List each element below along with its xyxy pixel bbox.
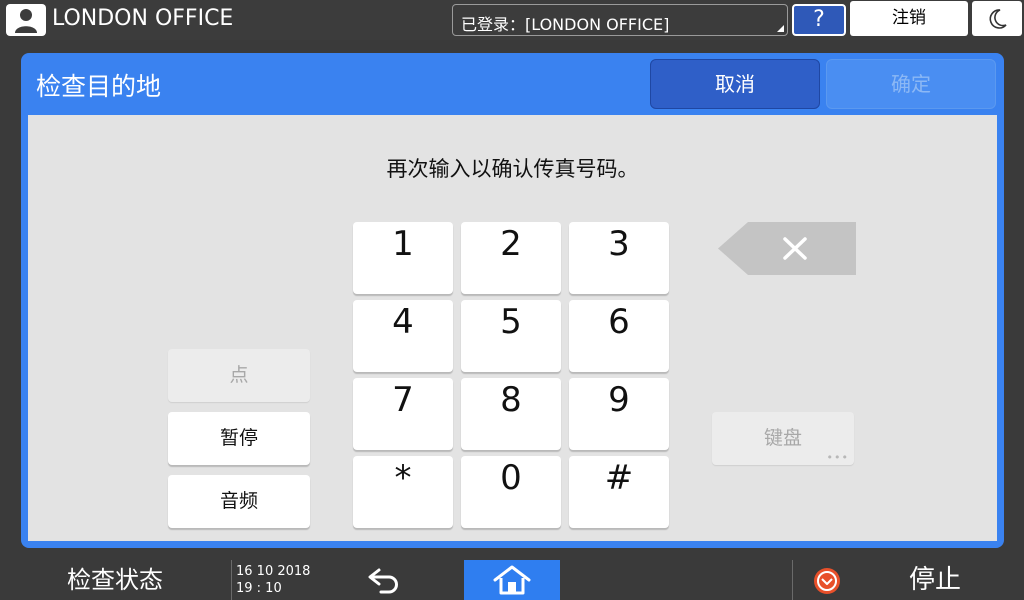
date-time: 16 10 2018 19 : 10 xyxy=(236,563,310,597)
date-text: 16 10 2018 xyxy=(236,564,311,579)
backspace-button[interactable] xyxy=(718,222,856,275)
login-status-box[interactable]: 已登录：[LONDON OFFICE] xyxy=(452,4,788,36)
check-status-button[interactable]: 检查状态 xyxy=(0,560,230,600)
key-6[interactable]: 6 xyxy=(569,300,669,372)
key-2[interactable]: 2 xyxy=(461,222,561,294)
backspace-icon xyxy=(718,222,856,275)
moon-icon xyxy=(989,9,1007,29)
home-icon xyxy=(493,565,531,595)
instruction-message: 再次输入以确认传真号码。 xyxy=(386,157,639,181)
help-button[interactable]: ? xyxy=(792,4,846,36)
tone-button[interactable]: 音频 xyxy=(168,475,310,528)
keyboard-label: 键盘 xyxy=(763,427,802,449)
logout-button[interactable]: 注销 xyxy=(850,1,968,36)
time-text: 19 : 10 xyxy=(236,581,282,596)
energy-saver-button[interactable] xyxy=(972,1,1022,36)
back-button[interactable] xyxy=(340,560,430,600)
dot-button[interactable]: 点 xyxy=(168,349,310,402)
stop-button[interactable]: 停止 xyxy=(880,560,990,600)
check-destination-dialog: 检查目的地 取消 确定 再次输入以确认传真号码。 点 暂停 音频 1 2 3 4… xyxy=(21,53,1004,548)
key-0[interactable]: 0 xyxy=(461,456,561,528)
dialog-body: 再次输入以确认传真号码。 点 暂停 音频 1 2 3 4 5 6 7 8 9 *… xyxy=(28,115,997,541)
login-status-text: 已登录：[LONDON OFFICE] xyxy=(461,15,670,34)
ok-button[interactable]: 确定 xyxy=(826,59,996,109)
key-1[interactable]: 1 xyxy=(353,222,453,294)
key-3[interactable]: 3 xyxy=(569,222,669,294)
key-7[interactable]: 7 xyxy=(353,378,453,450)
key-8[interactable]: 8 xyxy=(461,378,561,450)
divider xyxy=(792,560,793,600)
divider xyxy=(231,560,232,600)
key-5[interactable]: 5 xyxy=(461,300,561,372)
key-4[interactable]: 4 xyxy=(353,300,453,372)
cancel-button[interactable]: 取消 xyxy=(650,59,820,109)
key-star[interactable]: * xyxy=(353,456,453,528)
dialog-title: 检查目的地 xyxy=(36,72,162,101)
key-hash[interactable]: # xyxy=(569,456,669,528)
stop-icon[interactable] xyxy=(813,567,841,595)
home-button[interactable] xyxy=(464,560,560,600)
bottom-bar: 检查状态 16 10 2018 19 : 10 停止 xyxy=(0,560,1024,600)
office-name: LONDON OFFICE xyxy=(52,6,234,31)
return-arrow-icon xyxy=(368,568,398,594)
more-dots-icon: ••• xyxy=(826,451,849,464)
keyboard-button[interactable]: 键盘 ••• xyxy=(712,412,854,465)
pause-button[interactable]: 暂停 xyxy=(168,412,310,465)
user-icon[interactable] xyxy=(6,4,46,36)
dropdown-corner-icon xyxy=(777,25,784,32)
top-bar: LONDON OFFICE 已登录：[LONDON OFFICE] ? 注销 xyxy=(0,0,1024,40)
key-9[interactable]: 9 xyxy=(569,378,669,450)
